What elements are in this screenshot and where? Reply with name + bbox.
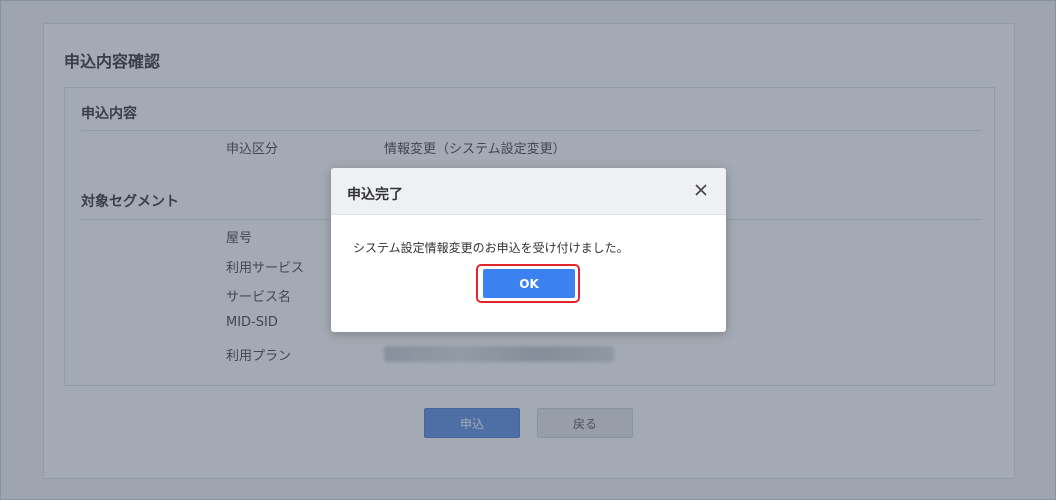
dialog-header: 申込完了 (331, 168, 726, 215)
dialog-title: 申込完了 (347, 187, 403, 203)
ok-button[interactable]: OK (483, 269, 575, 298)
close-icon[interactable] (690, 179, 712, 201)
completion-dialog: 申込完了 システム設定情報変更のお申込を受け付けました。 OK (331, 168, 726, 332)
dialog-message: システム設定情報変更のお申込を受け付けました。 (353, 241, 629, 255)
close-icon-glyph (695, 184, 707, 196)
